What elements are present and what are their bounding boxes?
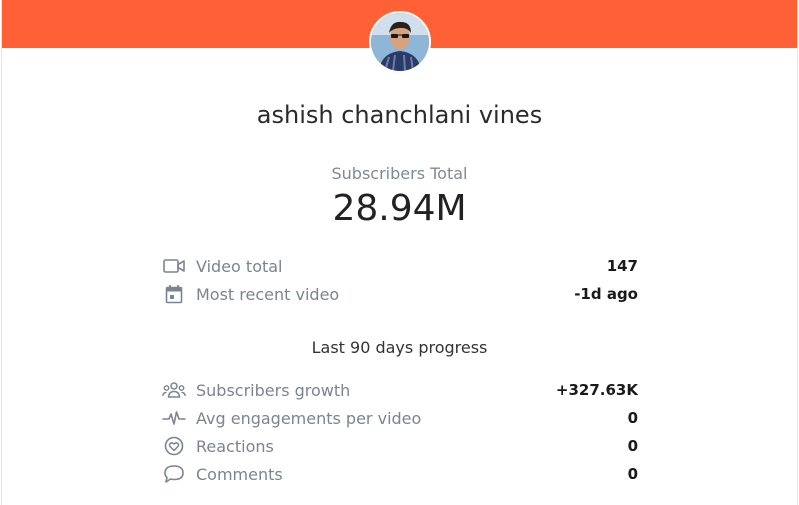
avg-engagements-label: Avg engagements per video [196,408,422,428]
calendar-icon [162,282,186,306]
speech-bubble-icon [162,462,186,486]
comments-value: 0 [627,465,638,483]
avg-engagements-row: Avg engagements per video 0 [162,406,638,430]
most-recent-video-row: Most recent video -1d ago [162,282,638,306]
subscribers-growth-label: Subscribers growth [196,380,351,400]
heart-circle-icon [162,434,186,458]
reactions-row: Reactions 0 [162,434,638,458]
most-recent-video-value: -1d ago [574,285,638,303]
subscribers-growth-value: +327.63K [555,381,638,399]
avg-engagements-value: 0 [627,409,638,427]
video-total-row: Video total 147 [162,254,638,278]
most-recent-video-label: Most recent video [196,284,340,304]
reactions-label: Reactions [196,436,274,456]
comments-label: Comments [196,464,283,484]
reactions-value: 0 [627,437,638,455]
people-icon [162,378,186,402]
video-total-label: Video total [196,256,283,276]
subscribers-total-label: Subscribers Total [331,164,468,183]
video-total-value: 147 [606,257,638,275]
comments-row: Comments 0 [162,462,638,486]
channel-avatar[interactable] [369,11,431,73]
channel-name: ashish chanchlani vines [256,101,543,129]
subscribers-growth-row: Subscribers growth +327.63K [162,378,638,402]
subscribers-total-value: 28.94M [332,188,467,229]
video-camera-icon [162,254,186,278]
last-90-days-title: Last 90 days progress [311,338,488,357]
pulse-icon [162,406,186,430]
